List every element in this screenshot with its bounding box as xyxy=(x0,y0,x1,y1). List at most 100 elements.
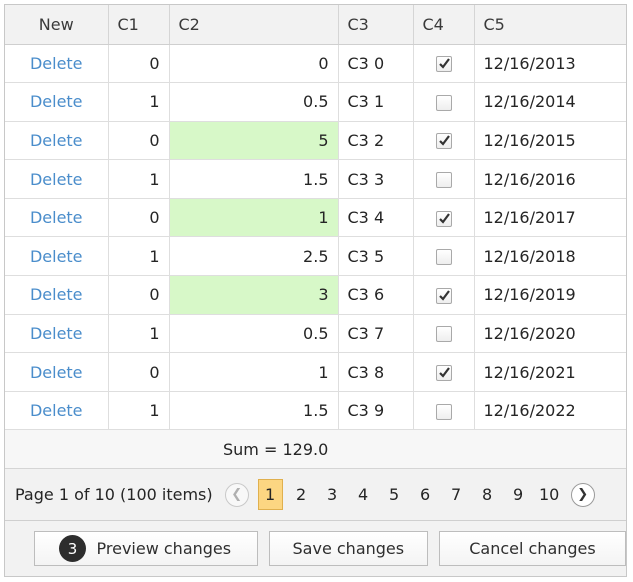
delete-link[interactable]: Delete xyxy=(30,131,83,150)
cell-c2[interactable]: 1 xyxy=(169,352,339,392)
cell-c3[interactable]: C3 0 xyxy=(338,44,414,84)
table-row: Delete 0 3 C3 6 12/16/2019 xyxy=(5,275,626,315)
preview-changes-button[interactable]: 3 Preview changes xyxy=(34,531,258,567)
cell-c2[interactable]: 0.5 xyxy=(169,82,339,122)
cell-c2[interactable]: 5 xyxy=(169,121,339,161)
delete-cell: Delete xyxy=(5,391,109,431)
header-c5[interactable]: C5 xyxy=(474,5,626,45)
chevron-right-icon: ❯ xyxy=(577,487,589,503)
cell-c5[interactable]: 12/16/2015 xyxy=(474,121,626,161)
cell-c2[interactable]: 0 xyxy=(169,44,339,84)
cell-c2[interactable]: 1 xyxy=(169,198,339,238)
checkbox[interactable] xyxy=(435,365,452,382)
cell-c5[interactable]: 12/16/2019 xyxy=(474,275,626,315)
cell-c4 xyxy=(413,236,475,277)
page-6[interactable]: 6 xyxy=(413,479,438,510)
cell-c2[interactable]: 1.5 xyxy=(169,391,339,431)
delete-cell: Delete xyxy=(5,314,109,354)
cell-c3[interactable]: C3 4 xyxy=(338,198,414,238)
page-7[interactable]: 7 xyxy=(444,479,469,510)
cell-c5[interactable]: 12/16/2013 xyxy=(474,44,626,84)
delete-link[interactable]: Delete xyxy=(30,324,83,343)
cell-c1[interactable]: 1 xyxy=(108,82,170,122)
cell-c5[interactable]: 12/16/2021 xyxy=(474,352,626,392)
header-c2[interactable]: C2 xyxy=(169,5,339,45)
checkbox[interactable] xyxy=(435,210,452,227)
table-row: Delete 0 1 C3 8 12/16/2021 xyxy=(5,352,626,392)
cell-c3[interactable]: C3 6 xyxy=(338,275,414,315)
cell-c5[interactable]: 12/16/2020 xyxy=(474,314,626,354)
page-9[interactable]: 9 xyxy=(506,479,531,510)
cell-c1[interactable]: 1 xyxy=(108,314,170,354)
page-1[interactable]: 1 xyxy=(257,479,283,511)
cell-c4 xyxy=(413,314,475,354)
checkbox[interactable] xyxy=(435,172,452,189)
page-3[interactable]: 3 xyxy=(320,479,345,510)
delete-link[interactable]: Delete xyxy=(30,92,83,111)
summary-row: Sum = 129.0 xyxy=(5,430,626,470)
checkbox[interactable] xyxy=(435,56,452,73)
grid-table: New C1 C2 C3 C4 C5 Delete 0 0 C3 0 12/16/201… xyxy=(5,5,626,431)
cell-c1[interactable]: 1 xyxy=(108,391,170,431)
cell-c3[interactable]: C3 8 xyxy=(338,352,414,392)
cell-c5[interactable]: 12/16/2017 xyxy=(474,198,626,238)
page-10[interactable]: 10 xyxy=(537,479,562,510)
pager-next-button[interactable]: ❯ xyxy=(570,482,595,507)
cancel-changes-button[interactable]: Cancel changes xyxy=(438,531,626,567)
save-changes-button[interactable]: Save changes xyxy=(268,531,428,567)
delete-link[interactable]: Delete xyxy=(30,54,83,73)
sum-label: Sum = 129.0 xyxy=(223,439,329,459)
delete-link[interactable]: Delete xyxy=(30,363,83,382)
checkbox[interactable] xyxy=(435,249,452,266)
cell-c4 xyxy=(413,44,475,84)
cell-c4 xyxy=(413,159,475,199)
page-2[interactable]: 2 xyxy=(289,479,314,510)
header-row: New C1 C2 C3 C4 C5 xyxy=(5,5,626,45)
cell-c1[interactable]: 1 xyxy=(108,159,170,199)
page-4[interactable]: 4 xyxy=(351,479,376,510)
cell-c3[interactable]: C3 7 xyxy=(338,314,414,354)
cell-c5[interactable]: 12/16/2016 xyxy=(474,159,626,199)
delete-cell: Delete xyxy=(5,198,109,238)
cell-c2[interactable]: 0.5 xyxy=(169,314,339,354)
cell-c4 xyxy=(413,82,475,122)
delete-link[interactable]: Delete xyxy=(30,285,83,304)
page-8[interactable]: 8 xyxy=(475,479,500,510)
cell-c1[interactable]: 0 xyxy=(108,121,170,161)
header-c4[interactable]: C4 xyxy=(413,5,475,45)
data-grid: New C1 C2 C3 C4 C5 Delete 0 0 C3 0 12/16/201… xyxy=(4,4,627,577)
cell-c1[interactable]: 0 xyxy=(108,352,170,392)
cell-c3[interactable]: C3 5 xyxy=(338,236,414,277)
header-c1[interactable]: C1 xyxy=(108,5,170,45)
cell-c1[interactable]: 0 xyxy=(108,198,170,238)
cell-c4 xyxy=(413,391,475,431)
table-row: Delete 0 1 C3 4 12/16/2017 xyxy=(5,198,626,238)
cell-c5[interactable]: 12/16/2014 xyxy=(474,82,626,122)
cell-c1[interactable]: 0 xyxy=(108,44,170,84)
delete-link[interactable]: Delete xyxy=(30,401,83,420)
delete-link[interactable]: Delete xyxy=(30,247,83,266)
cell-c1[interactable]: 0 xyxy=(108,275,170,315)
cell-c2[interactable]: 2.5 xyxy=(169,236,339,277)
header-new[interactable]: New xyxy=(5,5,109,45)
checkbox[interactable] xyxy=(435,133,452,150)
cell-c3[interactable]: C3 2 xyxy=(338,121,414,161)
checkbox[interactable] xyxy=(435,403,452,420)
cell-c3[interactable]: C3 3 xyxy=(338,159,414,199)
cell-c2[interactable]: 3 xyxy=(169,275,339,315)
cell-c3[interactable]: C3 1 xyxy=(338,82,414,122)
cell-c2[interactable]: 1.5 xyxy=(169,159,339,199)
cell-c5[interactable]: 12/16/2018 xyxy=(474,236,626,277)
checkbox[interactable] xyxy=(435,94,452,111)
changes-count-badge: 3 xyxy=(59,535,86,563)
delete-link[interactable]: Delete xyxy=(30,170,83,189)
checkbox[interactable] xyxy=(435,287,452,304)
pager-prev-button[interactable]: ❮ xyxy=(224,482,249,507)
header-c3[interactable]: C3 xyxy=(338,5,414,45)
delete-link[interactable]: Delete xyxy=(30,208,83,227)
page-5[interactable]: 5 xyxy=(382,479,407,510)
checkbox[interactable] xyxy=(435,326,452,343)
cell-c1[interactable]: 1 xyxy=(108,236,170,277)
cell-c3[interactable]: C3 9 xyxy=(338,391,414,431)
cell-c5[interactable]: 12/16/2022 xyxy=(474,391,626,431)
